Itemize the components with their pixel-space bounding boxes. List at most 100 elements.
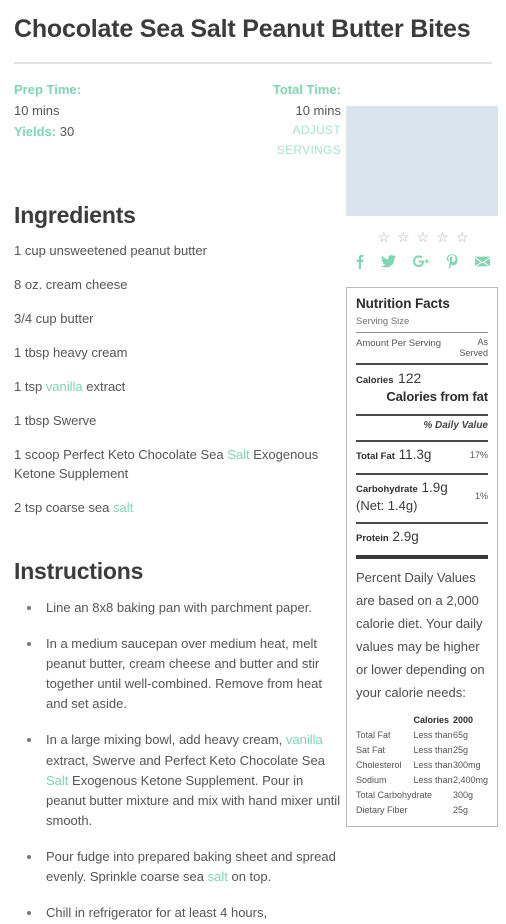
ingredient-item: 1 tsp vanilla extract [14,378,344,397]
instructions-heading: Instructions [14,557,144,584]
ingredient-item: 2 tsp coarse sea salt [14,499,344,518]
nutrient-name: Carbohydrate [356,484,418,496]
googleplus-icon[interactable] [412,255,429,268]
ingredients-heading: Ingredients [14,201,136,228]
nutrient-percent: 17% [469,450,488,461]
star-5-icon[interactable]: ☆ [456,230,469,244]
yields-label: Yields: [14,124,57,140]
nutrition-row-main: Total Fat 11.3g [356,446,464,464]
calories-label: Calories [356,375,394,387]
nutrition-row-main: Protein 2.9g [356,528,482,546]
nutrition-row-main: Carbohydrate 1.9g (Net: 1.4g) [356,479,469,513]
nutrient-percent: 1% [474,491,488,502]
page-title: Chocolate Sea Salt Peanut Butter Bites [14,15,471,43]
dv-nutrient: Sodium [356,774,387,785]
text-segment: 1 tbsp heavy cream [14,344,128,360]
nutrient-name: Protein [356,533,389,545]
daily-value-disclaimer: Percent Daily Values are based on a 2,00… [356,570,485,700]
nutrition-title: Nutrition Facts [356,296,450,311]
ingredient-item: 8 oz. cream cheese [14,276,344,295]
text-segment: extract [82,378,126,394]
as-served-line2: Served [459,347,488,358]
ingredient-item: 1 scoop Perfect Keto Chocolate Sea Salt … [14,446,344,484]
text-segment: Line an 8x8 baking pan with parchment pa… [46,599,312,615]
text-segment: 1 tsp [14,378,46,394]
dv-nutrient: Sat Fat [356,744,386,755]
dv-amount: 300g [452,789,473,800]
total-time-label: Total Time: [272,82,341,97]
prep-time-label: Prep Time: [14,82,81,97]
calories-value: 122 [397,370,422,387]
star-2-icon[interactable]: ☆ [397,230,410,244]
ingredient-link[interactable]: Salt [46,773,68,788]
twitter-icon[interactable] [380,255,396,268]
dv-nutrient: Dietary Fiber [356,804,408,815]
ingredient-link[interactable]: Salt [227,447,249,462]
pinterest-icon[interactable] [446,254,458,269]
title-divider [14,62,492,64]
text-segment: In a medium saucepan over medium heat, m… [46,635,323,712]
amount-per-serving-label: Amount Per Serving [356,338,442,349]
ingredient-item: 3/4 cup butter [14,310,344,329]
ingredient-link[interactable]: salt [208,869,228,884]
nutrient-value: 2.9g [388,529,419,545]
ingredient-link[interactable]: salt [113,500,133,515]
as-served-label: As Served [459,333,488,358]
dv-qualifier: Less than [413,774,453,785]
dv-amount: 25g [452,744,468,755]
facebook-icon[interactable] [355,254,364,269]
dv-row: Dietary Fiber 25g [356,802,488,817]
star-rating[interactable]: ☆ ☆ ☆ ☆ ☆ [346,230,498,244]
text-segment: 1 scoop Perfect Keto Chocolate Sea [14,446,228,462]
ingredient-item: 1 tbsp Swerve [14,412,344,431]
email-icon[interactable] [474,256,490,267]
text-segment: 1 cup unsweetened peanut butter [14,242,207,258]
star-1-icon[interactable]: ☆ [378,230,391,244]
nutrition-row: Total Fat 11.3g 17% [356,442,488,468]
dv-row: Sodium Less than 2,400mg [356,772,488,787]
dv-qualifier: Less than [413,759,453,770]
as-served-line1: As [477,337,488,347]
ingredient-link[interactable]: vanilla [286,732,323,747]
instruction-item: Line an 8x8 baking pan with parchment pa… [42,598,344,618]
dv-row: Sat Fat Less than 25g [356,742,488,757]
instruction-item: Pour fudge into prepared baking sheet an… [42,847,344,887]
star-4-icon[interactable]: ☆ [436,230,449,244]
prep-time-label-line: Prep Time: [14,79,232,100]
recipe-photo [346,106,498,216]
total-time-label-line: Total Time: [232,79,341,100]
adjust-servings-button[interactable]: ADJUST SERVINGS [232,121,341,160]
nutrition-rows: Total Fat 11.3g 17% Carbohydrate 1.9g (Net:… [356,442,488,550]
amount-per-serving-row: Amount Per Serving As Served [356,333,488,358]
prep-time-value: 10 mins [14,103,60,119]
ingredient-link[interactable]: vanilla [46,379,83,394]
calories-row: Calories 122 [356,365,488,388]
dv-header-2000: 2000 [452,714,473,725]
dv-qualifier: Less than [413,729,453,740]
dv-nutrient: Total Carbohydrate [356,789,433,800]
dv-header-calories: Calories [413,714,450,725]
text-segment: 1 tbsp Swerve [14,412,97,428]
ingredient-item: 1 cup unsweetened peanut butter [14,242,344,261]
ingredients-section: Ingredients 1 cup unsweetened peanut but… [14,202,344,518]
dv-row: Total Carbohydrate 300g [356,787,488,802]
dv-nutrient: Cholesterol [356,759,402,770]
yields-value: 30 [59,124,75,140]
instruction-item: Chill in refrigerator for at least 4 hou… [42,903,344,923]
nutrition-row: Carbohydrate 1.9g (Net: 1.4g) 1% [356,475,488,517]
text-segment: extract, Swerve and Perfect Keto Chocola… [46,752,325,768]
right-rail: ☆ ☆ ☆ ☆ ☆ Nutrition Facts Serving Size Amoun… [346,106,498,828]
text-segment: 3/4 cup butter [14,310,94,326]
instruction-item: In a medium saucepan over medium heat, m… [42,634,344,715]
nutrient-subvalue: (Net: 1.4g) [356,498,418,514]
star-3-icon[interactable]: ☆ [417,230,430,244]
instruction-item: In a large mixing bowl, add heavy cream,… [42,730,344,831]
text-segment: 8 oz. cream cheese [14,276,128,292]
dv-amount: 65g [452,729,468,740]
total-time-block: Total Time: 10 mins ADJUST SERVINGS [232,79,344,160]
text-segment: 2 tsp coarse sea [14,499,113,515]
yields-line: Yields: 30 [14,121,232,142]
total-time-value: 10 mins [295,103,341,119]
nutrition-facts-panel: Nutrition Facts Serving Size Amount Per … [346,287,498,828]
prep-time-block: Prep Time: 10 mins Yields: 30 [14,79,232,160]
